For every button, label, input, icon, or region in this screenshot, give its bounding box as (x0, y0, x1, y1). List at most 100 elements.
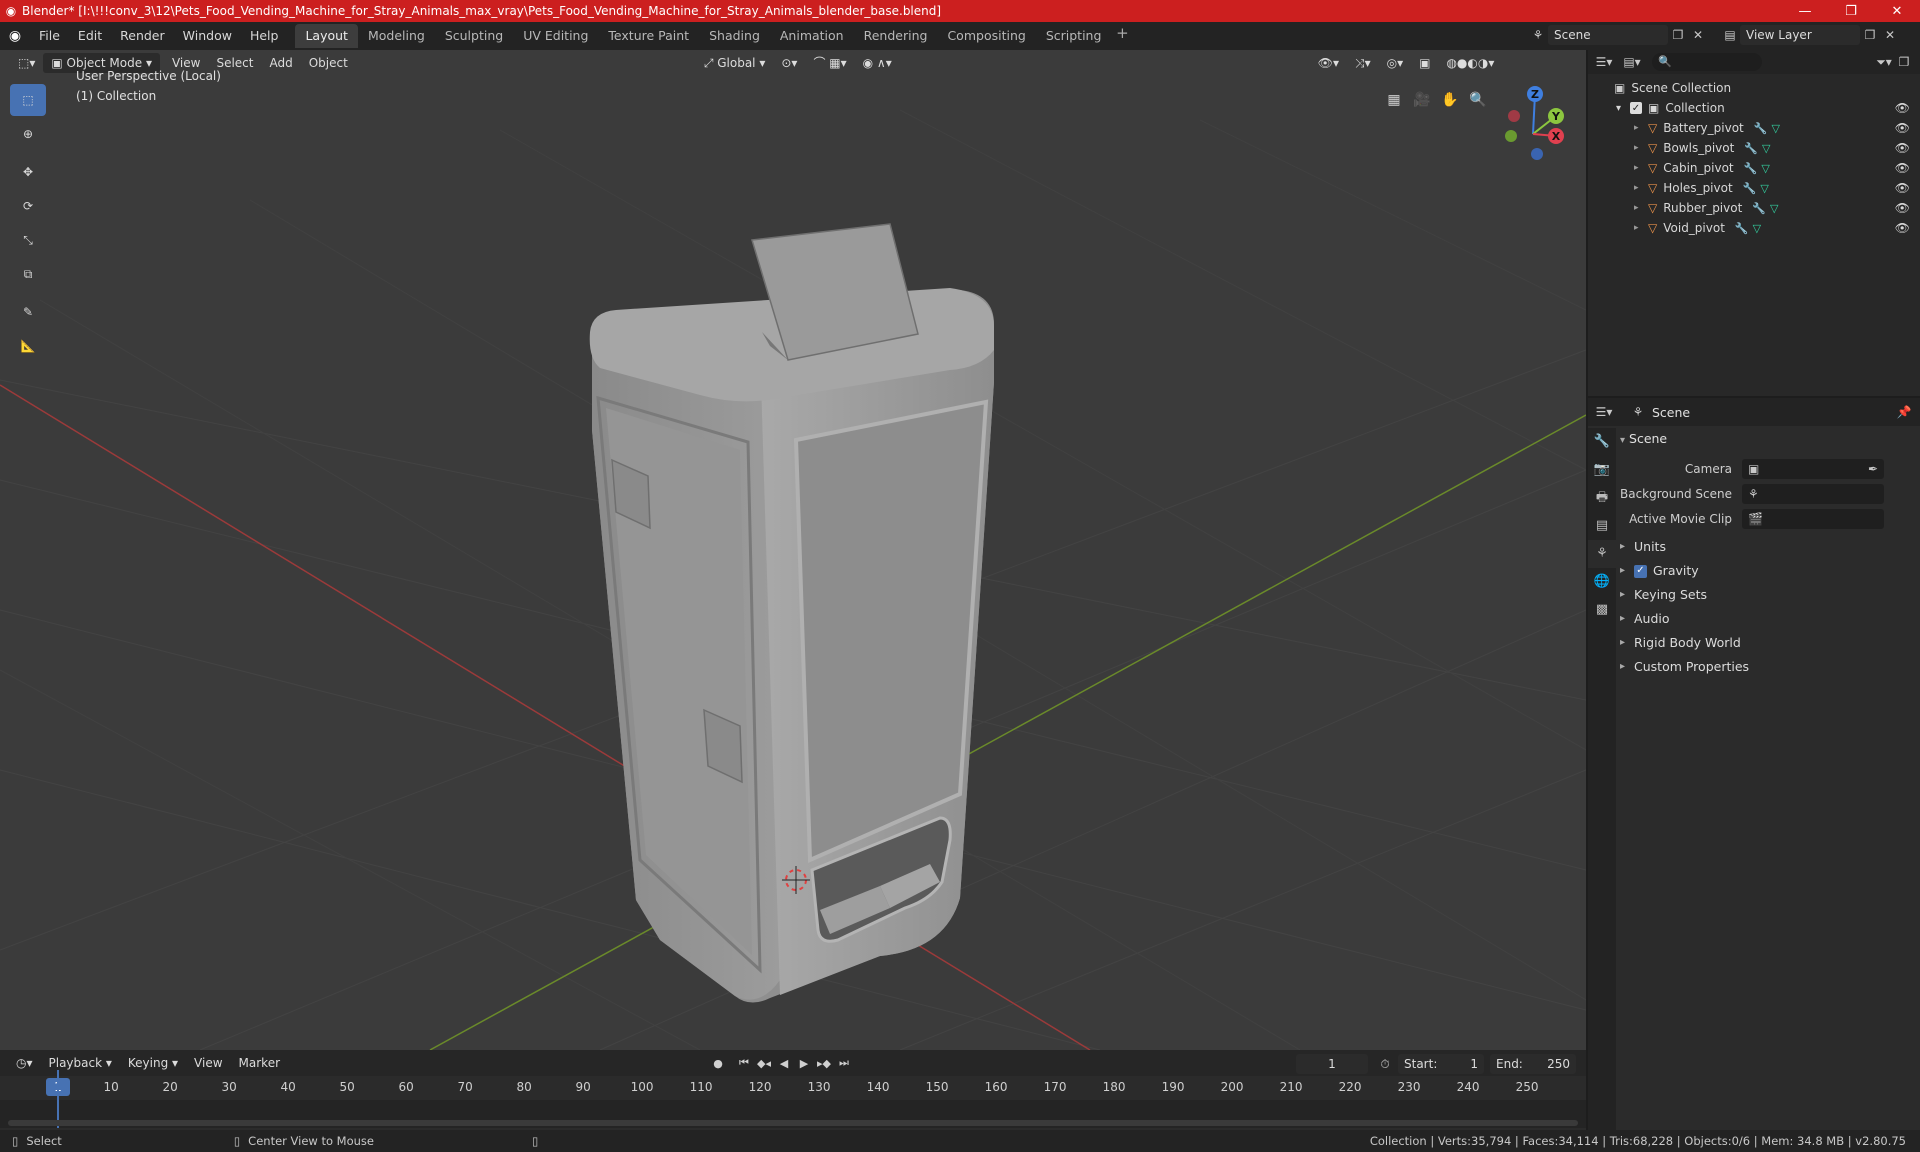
expand-icon[interactable]: ▸ (1634, 223, 1648, 233)
mesh-data-icon[interactable]: ▽ (1753, 222, 1761, 235)
mesh-data-icon[interactable]: ▽ (1760, 182, 1768, 195)
timeline-editor-icon[interactable]: ◷▾ (8, 1053, 41, 1073)
scene-tab-icon[interactable]: ⚘ (1588, 540, 1616, 568)
outliner-search-input[interactable]: 🔍 (1652, 53, 1762, 71)
annotate-tool-icon[interactable]: ✎ (10, 296, 46, 328)
render-tab-icon[interactable]: 📷 (1588, 456, 1616, 484)
keying-menu[interactable]: Keying ▾ (120, 1053, 186, 1073)
object-menu[interactable]: Object (301, 53, 356, 73)
mesh-data-icon[interactable]: ▽ (1771, 122, 1779, 135)
timeline-ruler[interactable]: 1 10203040506070809010011012013014015016… (0, 1078, 1586, 1098)
tree-row-holes-pivot[interactable]: ▸ ▽ Holes_pivot 🔧 ▽ 👁 (1588, 178, 1920, 198)
view-layer-tab-icon[interactable]: ▤ (1588, 512, 1616, 540)
tab-uv-editing[interactable]: UV Editing (513, 24, 598, 48)
collection-expand-icon[interactable]: ▾ (1616, 103, 1630, 114)
tab-animation[interactable]: Animation (770, 24, 854, 48)
delete-view-layer-icon[interactable]: ✕ (1880, 25, 1900, 45)
proportional-edit-icon[interactable]: ◉ ∧▾ (855, 53, 900, 73)
scene-name-field[interactable]: Scene (1548, 25, 1668, 45)
tab-shading[interactable]: Shading (699, 24, 770, 48)
camera-view-icon[interactable]: 🎥 (1408, 86, 1436, 114)
view-layer-icon[interactable]: ▤ (1720, 25, 1740, 45)
object-eye-icon[interactable]: 👁 (1895, 221, 1910, 235)
new-view-layer-icon[interactable]: ❐ (1860, 25, 1880, 45)
tool-tab-icon[interactable]: 🔧 (1588, 428, 1616, 456)
end-frame-field[interactable]: End: 250 (1490, 1054, 1576, 1074)
properties-editor-icon[interactable]: ☰▾ (1594, 402, 1614, 422)
object-eye-icon[interactable]: 👁 (1895, 121, 1910, 135)
cursor-tool-icon[interactable]: ⊕ (10, 118, 46, 150)
tree-row-rubber-pivot[interactable]: ▸ ▽ Rubber_pivot 🔧 ▽ 👁 (1588, 198, 1920, 218)
minimize-button[interactable]: — (1782, 0, 1828, 22)
tab-modeling[interactable]: Modeling (358, 24, 435, 48)
scene-panel-header[interactable]: ▾ Scene (1620, 428, 1916, 450)
scale-tool-icon[interactable]: ⤡ (10, 224, 46, 256)
collection-checkbox[interactable]: ✓ (1630, 102, 1642, 114)
collection-eye-icon[interactable]: 👁 (1895, 101, 1910, 115)
start-frame-field[interactable]: Start: 1 (1398, 1054, 1484, 1074)
object-eye-icon[interactable]: 👁 (1895, 161, 1910, 175)
grid-view-icon[interactable]: ▦ (1380, 86, 1408, 114)
tree-row-collection[interactable]: ▾ ✓ ▣ Collection 👁 (1588, 98, 1920, 118)
stopwatch-icon[interactable]: ⏱ (1375, 1054, 1395, 1074)
jump-keyframe-forward-icon[interactable]: ▸◆ (814, 1053, 834, 1073)
expand-icon[interactable]: ▸ (1634, 143, 1648, 153)
gravity-checkbox[interactable]: ✓ (1634, 564, 1647, 578)
menu-edit[interactable]: Edit (69, 24, 111, 48)
tab-scripting[interactable]: Scripting (1036, 24, 1112, 48)
mesh-data-icon[interactable]: ▽ (1761, 162, 1769, 175)
current-frame-field[interactable]: 1 (1296, 1054, 1368, 1074)
tree-row-void-pivot[interactable]: ▸ ▽ Void_pivot 🔧 ▽ 👁 (1588, 218, 1920, 238)
jump-start-icon[interactable]: ⏮ (734, 1053, 754, 1073)
new-scene-icon[interactable]: ❐ (1668, 25, 1688, 45)
pan-hand-icon[interactable]: ✋ (1436, 86, 1464, 114)
timeline-scrollbar[interactable] (8, 1120, 1578, 1126)
expand-icon[interactable]: ▸ (1634, 203, 1648, 213)
rigid-body-world-panel[interactable]: ▸ Rigid Body World (1620, 631, 1916, 655)
menu-help[interactable]: Help (241, 24, 288, 48)
delete-scene-icon[interactable]: ✕ (1688, 25, 1708, 45)
filter-icon[interactable]: ⏷▾ (1874, 52, 1894, 72)
outliner-editor-icon[interactable]: ☰▾ (1594, 52, 1614, 72)
gravity-panel[interactable]: ▸ ✓ Gravity (1620, 559, 1916, 583)
maximize-button[interactable]: ❐ (1828, 0, 1874, 22)
modifier-icon[interactable]: 🔧 (1743, 182, 1757, 195)
tree-row-bowls-pivot[interactable]: ▸ ▽ Bowls_pivot 🔧 ▽ 👁 (1588, 138, 1920, 158)
close-button[interactable]: ✕ (1874, 0, 1920, 22)
camera-field[interactable]: ▣ ✒ (1742, 458, 1884, 479)
tab-rendering[interactable]: Rendering (854, 24, 938, 48)
select-box-tool-icon[interactable]: ⬚ (10, 84, 46, 116)
record-icon[interactable]: ● (708, 1053, 728, 1073)
playback-menu[interactable]: Playback ▾ (41, 1053, 120, 1073)
jump-keyframe-back-icon[interactable]: ◆◂ (754, 1053, 774, 1073)
pin-icon[interactable]: 📌 (1894, 402, 1914, 422)
orientation-dropdown[interactable]: ⤢ Global ▾ (696, 53, 774, 73)
expand-icon[interactable]: ▸ (1634, 123, 1648, 133)
jump-end-icon[interactable]: ⏭ (834, 1053, 854, 1073)
add-workspace-icon[interactable]: + (1111, 24, 1133, 48)
mesh-data-icon[interactable]: ▽ (1770, 202, 1778, 215)
tab-sculpting[interactable]: Sculpting (435, 24, 513, 48)
object-eye-icon[interactable]: 👁 (1895, 201, 1910, 215)
tree-row-cabin-pivot[interactable]: ▸ ▽ Cabin_pivot 🔧 ▽ 👁 (1588, 158, 1920, 178)
modifier-icon[interactable]: 🔧 (1752, 202, 1766, 215)
modifier-icon[interactable]: 🔧 (1744, 142, 1758, 155)
modifier-icon[interactable]: 🔧 (1754, 122, 1768, 135)
keying-sets-panel[interactable]: ▸ Keying Sets (1620, 583, 1916, 607)
gizmo-toggle-icon[interactable]: ⤨▾ (1347, 53, 1379, 73)
vending-machine-model[interactable] (589, 223, 994, 1003)
snap-icon[interactable]: ⌒ ▦▾ (805, 53, 854, 73)
units-panel[interactable]: ▸ Units (1620, 535, 1916, 559)
blender-menu-icon[interactable]: ◉ (0, 28, 30, 44)
transform-tool-icon[interactable]: ⧉ (10, 258, 46, 290)
shading-modes-icon[interactable]: ◍●◐◑▾ (1438, 53, 1502, 73)
overlay-toggle-icon[interactable]: ◎▾ (1379, 53, 1412, 73)
pivot-icon[interactable]: ⊙▾ (773, 53, 805, 73)
add-menu[interactable]: Add (261, 53, 300, 73)
play-reverse-icon[interactable]: ◀ (774, 1053, 794, 1073)
timeline-track[interactable] (0, 1070, 1586, 1128)
audio-panel[interactable]: ▸ Audio (1620, 607, 1916, 631)
editor-type-icon[interactable]: ⬚▾ (10, 53, 43, 73)
marker-menu[interactable]: Marker (231, 1053, 288, 1073)
eyedropper-icon[interactable]: ✒ (1868, 459, 1884, 479)
